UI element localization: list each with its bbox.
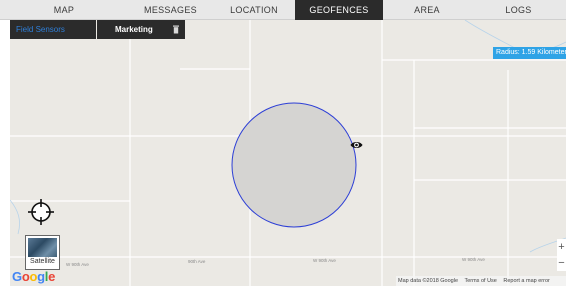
zoom-out-button[interactable]: − (557, 255, 566, 271)
tab-messages[interactable]: MESSAGES (128, 0, 213, 20)
zoom-in-button[interactable]: + (557, 239, 566, 255)
google-logo: Google (12, 269, 56, 284)
eye-icon[interactable] (350, 140, 363, 150)
map-data-credit: Map data ©2018 Google (398, 278, 459, 284)
app: MAP MESSAGES LOCATION HISTORY GEOFENCES … (0, 0, 566, 286)
geofence-group-select[interactable]: Field Sensors (10, 20, 97, 39)
zoom-control: + − (557, 239, 566, 271)
tab-bar: MAP MESSAGES LOCATION HISTORY GEOFENCES … (0, 0, 566, 35)
geofence-name-button[interactable]: Marketing (97, 20, 185, 39)
satellite-toggle[interactable]: Satellite (25, 235, 60, 270)
satellite-thumbnail (28, 238, 57, 258)
map-roads (10, 20, 566, 286)
tab-map[interactable]: MAP (0, 0, 128, 20)
locate-icon[interactable] (27, 198, 55, 226)
report-error-link[interactable]: Report a map error (503, 278, 549, 284)
tab-area-talkgroups[interactable]: AREA TALKGROUPS (383, 0, 471, 35)
tab-logs[interactable]: LOGS (471, 0, 566, 20)
street-label: W 90th Ave (462, 257, 485, 262)
map-attribution: Map data ©2018 Google Terms of Use Repor… (396, 276, 566, 286)
street-label: 90th Ave (188, 259, 206, 264)
satellite-label: Satellite (28, 257, 57, 267)
geofence-circle (231, 102, 357, 228)
street-label: W 90th Ave (66, 262, 89, 267)
tab-location-history[interactable]: LOCATION HISTORY (213, 0, 295, 35)
radius-label: Radius: 1.59 Kilometers (493, 47, 566, 59)
tab-geofences[interactable]: GEOFENCES (295, 0, 383, 20)
geofence-toolbar: Field Sensors Marketing (10, 20, 185, 39)
street-label: W 90th Ave (313, 258, 336, 263)
map-canvas[interactable] (10, 20, 566, 286)
geofence-name: Marketing (115, 25, 153, 34)
terms-link[interactable]: Terms of Use (464, 278, 496, 284)
trash-icon[interactable] (173, 25, 179, 34)
